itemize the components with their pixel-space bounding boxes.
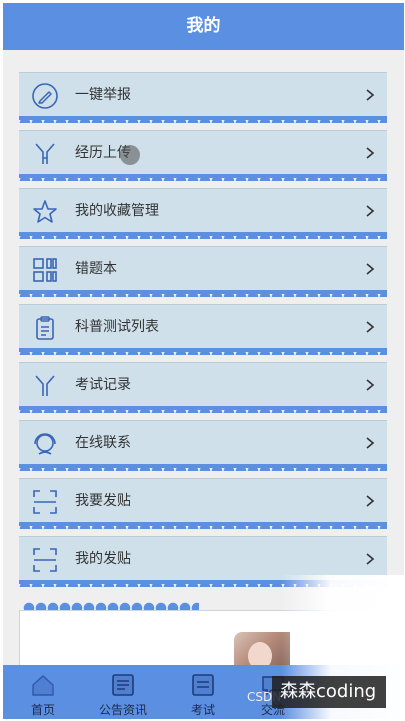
tab-exam[interactable]: 考试 (168, 665, 238, 719)
page-title: 我的 (3, 3, 404, 50)
menu-item-mistakes[interactable]: 错题本 (19, 246, 387, 297)
tab-news[interactable]: 公告资讯 (88, 665, 158, 719)
scan-frame-icon (33, 490, 57, 514)
menu-item-new-post[interactable]: 我要发贴 (19, 478, 387, 529)
pencil-circle-icon (32, 83, 58, 109)
chevron-right-icon (366, 263, 375, 275)
chevron-right-icon (366, 205, 375, 217)
menu-item-quiz-list[interactable]: 科普测试列表 (19, 304, 387, 355)
menu-item-upload[interactable]: 经历上传 (19, 130, 387, 181)
menu-item-label: 错题本 (75, 261, 117, 277)
menu-item-favorites[interactable]: 我的收藏管理 (19, 188, 387, 239)
fork-icon (35, 375, 55, 396)
menu-item-exam-records[interactable]: 考试记录 (19, 362, 387, 413)
chevron-right-icon (366, 495, 375, 507)
menu-item-contact[interactable]: 在线联系 (19, 420, 387, 471)
menu-item-label: 科普测试列表 (75, 319, 159, 335)
exam-icon (192, 674, 214, 696)
chevron-right-icon (366, 147, 375, 159)
menu-item-label: 考试记录 (75, 377, 131, 393)
chevron-right-icon (366, 379, 375, 391)
grid-icon (33, 258, 57, 282)
touch-cursor (120, 145, 140, 165)
chevron-right-icon (366, 553, 375, 565)
upload-fork-icon (35, 143, 55, 164)
chevron-right-icon (366, 321, 375, 333)
scan-frame-icon (33, 548, 57, 572)
menu-item-label: 我的发贴 (75, 551, 131, 567)
menu-item-label: 一键举报 (75, 87, 131, 103)
star-icon (33, 200, 57, 223)
menu-item-report[interactable]: 一键举报 (19, 72, 387, 123)
menu-item-label: 在线联系 (75, 435, 131, 451)
menu-item-label: 我要发贴 (75, 493, 131, 509)
home-icon (32, 675, 54, 696)
chevron-right-icon (366, 89, 375, 101)
chevron-right-icon (366, 437, 375, 449)
author-watermark: 森森coding (272, 676, 387, 708)
clipboard-icon (36, 316, 54, 340)
news-icon (112, 674, 134, 696)
tab-home[interactable]: 首页 (8, 665, 78, 719)
headset-icon (34, 433, 56, 455)
menu-item-label: 我的收藏管理 (75, 203, 159, 219)
